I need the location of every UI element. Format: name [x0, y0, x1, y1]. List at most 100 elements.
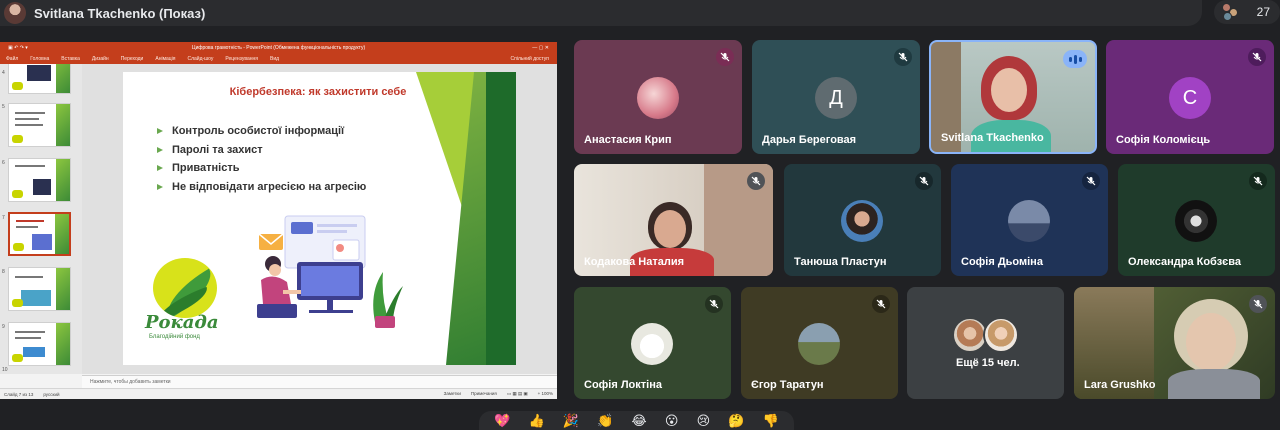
shared-screen[interactable]: ▣ ↶ ↷ ▾ Цифрова грамотність - PowerPoint… — [0, 42, 557, 399]
slide-number: 4 — [2, 70, 5, 76]
participant-tile[interactable]: С Софія Коломієць — [1106, 40, 1274, 154]
participant-name: Lara Grushko — [1084, 379, 1156, 391]
slide-thumbnail[interactable] — [8, 322, 71, 366]
ribbon-tab[interactable]: Переходи — [121, 56, 144, 62]
reaction-party-button[interactable]: 🎉 — [563, 413, 579, 428]
reaction-clap-button[interactable]: 👏 — [597, 413, 613, 428]
ribbon-tabs: Файл Головна Вставка Дизайн Переходи Ані… — [0, 53, 557, 64]
participant-tile[interactable]: Д Дарья Береговая — [752, 40, 920, 154]
participant-tile[interactable]: Кодакова Наталия — [574, 164, 773, 276]
participant-initial: Д — [815, 77, 857, 119]
presenter-title: Svitlana Tkachenko (Показ) — [34, 5, 206, 21]
rokada-logo-icon — [153, 258, 217, 318]
ribbon-tab[interactable]: Вид — [270, 56, 279, 62]
participant-name: Софія Локтіна — [584, 379, 662, 391]
participant-avatar — [1175, 200, 1217, 242]
mic-off-icon — [1248, 48, 1266, 66]
ribbon-tab[interactable]: Анімація — [155, 56, 175, 62]
comments-toggle[interactable]: Примечания — [471, 391, 497, 397]
window-controls[interactable]: — ▢ ✕ — [532, 45, 549, 51]
bullet-arrow-icon — [157, 183, 163, 190]
bullet-arrow-icon — [157, 146, 163, 153]
presenter-avatar — [4, 2, 26, 24]
zoom-level[interactable]: + 100% — [538, 391, 553, 397]
slide-number: 5 — [2, 104, 5, 110]
ribbon-tab[interactable]: Слайд-шоу — [187, 56, 213, 62]
ribbon-tab[interactable]: Дизайн — [92, 56, 109, 62]
participant-face — [991, 68, 1027, 112]
slide-thumbnail[interactable] — [8, 267, 71, 311]
ribbon-tab[interactable]: Рецензування — [225, 56, 258, 62]
mic-off-icon — [894, 48, 912, 66]
slide-canvas[interactable]: Кібербезпека: як захистити себе Контроль… — [82, 64, 557, 374]
reactions-bar: 💖 👍 🎉 👏 😂 😮 😢 🤔 👎 — [479, 411, 794, 430]
participant-name: Олександра Кобзєва — [1128, 256, 1241, 268]
meet-screen: Svitlana Tkachenko (Показ) 27 ▣ ↶ ↷ ▾ Ци… — [0, 0, 1280, 430]
participant-name: Кодакова Наталия — [584, 256, 684, 268]
participant-tile[interactable]: Анастасия Крип — [574, 40, 742, 154]
participants-button[interactable]: 27 — [1214, 0, 1280, 24]
cybersecurity-illustration — [257, 215, 403, 328]
bullet-arrow-icon — [157, 165, 163, 172]
participant-tile[interactable]: Софія Локтіна — [574, 287, 731, 399]
more-participants-label: Ещё 15 чел. — [956, 357, 1020, 369]
bullet-item: Приватність — [157, 159, 366, 178]
slide-thumbnail[interactable] — [8, 103, 71, 147]
slide-number: 8 — [2, 269, 5, 275]
participant-avatar — [631, 323, 673, 365]
slide-thumbnails[interactable]: 4 5 6 7 8 9 10 — [0, 64, 82, 374]
slide-counter: Слайд 7 из 13 — [4, 391, 34, 397]
participant-tile[interactable]: Єгор Таратун — [741, 287, 898, 399]
more-participants-tile[interactable]: Ещё 15 чел. — [907, 287, 1064, 399]
participant-name: Svitlana Tkachenko — [941, 132, 1044, 144]
slide-number: 6 — [2, 160, 5, 166]
logo-name: Рокада — [145, 312, 219, 333]
participant-count: 27 — [1256, 5, 1270, 19]
mic-off-icon — [705, 295, 723, 313]
reaction-thumbs-up-button[interactable]: 👍 — [528, 413, 544, 428]
reaction-surprised-button[interactable]: 😮 — [665, 413, 679, 428]
window-title: Цифрова грамотність - PowerPoint (Обмеже… — [191, 44, 366, 51]
slide-green-decoration — [486, 72, 516, 365]
participant-tile-speaking[interactable]: Svitlana Tkachenko — [929, 40, 1097, 154]
reaction-thumbs-down-button[interactable]: 👎 — [763, 413, 779, 428]
participant-tile[interactable]: Софія Дьоміна — [951, 164, 1108, 276]
participant-face — [654, 210, 686, 248]
participant-name: Софія Дьоміна — [961, 256, 1043, 268]
slide-thumbnail[interactable] — [8, 64, 71, 94]
participant-name: Анастасия Крип — [584, 134, 672, 146]
bullet-item: Паролі та захист — [157, 141, 366, 160]
bullet-text: Контроль особистої інформації — [172, 125, 345, 138]
reaction-heart-button[interactable]: 💖 — [494, 413, 510, 428]
participant-initial: С — [1169, 77, 1211, 119]
view-icons[interactable]: ▭ ▦ ▤ ▣ — [507, 391, 528, 397]
reaction-sad-button[interactable]: 😢 — [697, 413, 711, 428]
ribbon-tab[interactable]: Головна — [30, 56, 49, 62]
bullet-item: Не відповідати агресією на агресію — [157, 178, 366, 197]
ribbon-tab[interactable]: Вставка — [61, 56, 80, 62]
reaction-laugh-button[interactable]: 😂 — [632, 413, 647, 428]
slide-thumbnail-selected[interactable] — [8, 212, 71, 256]
bullet-text: Паролі та захист — [172, 143, 263, 156]
participant-name: Софія Коломієць — [1116, 134, 1211, 146]
reaction-thinking-button[interactable]: 🤔 — [728, 413, 744, 428]
participant-tile[interactable]: Олександра Кобзєва — [1118, 164, 1275, 276]
slide-bullets: Контроль особистої інформації Паролі та … — [157, 122, 366, 196]
notes-toggle[interactable]: Заметки — [444, 391, 461, 397]
slide-thumbnail[interactable] — [8, 158, 71, 202]
mic-off-icon — [747, 172, 765, 190]
bullet-text: Приватність — [172, 162, 240, 175]
slide-number: 7 — [2, 215, 5, 221]
participant-tile[interactable]: Lara Grushko — [1074, 287, 1275, 399]
powerpoint-body: 4 5 6 7 8 9 10 Кібербезпека: як захистит… — [0, 64, 557, 399]
participant-tile[interactable]: Танюша Пластун — [784, 164, 941, 276]
participant-avatar — [798, 323, 840, 365]
presenter-bar[interactable]: Svitlana Tkachenko (Показ) — [0, 0, 1202, 26]
slide-title: Кібербезпека: як захистити себе — [229, 86, 407, 98]
mic-off-icon — [872, 295, 890, 313]
share-button[interactable]: Спільний доступ — [511, 56, 549, 62]
participant-avatar — [841, 200, 883, 242]
notes-field[interactable]: Нажмите, чтобы добавить заметки — [82, 375, 557, 388]
current-slide: Кібербезпека: як захистити себе Контроль… — [123, 72, 516, 365]
ribbon-tab[interactable]: Файл — [6, 56, 18, 62]
